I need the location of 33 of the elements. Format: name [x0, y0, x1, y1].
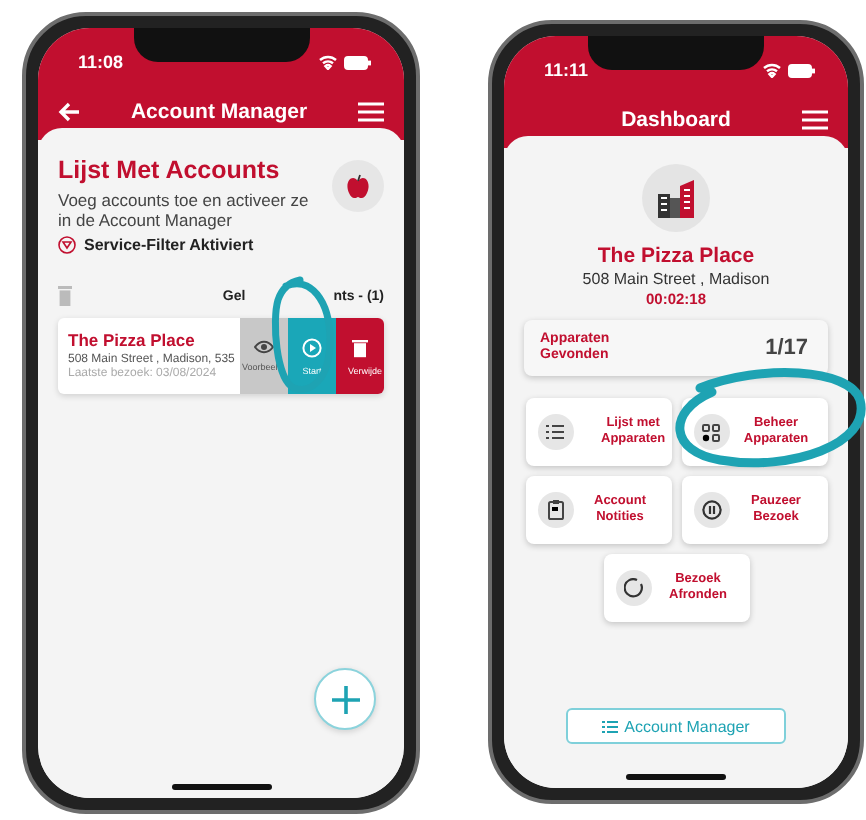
add-button[interactable]	[314, 668, 376, 730]
status-time: 11:08	[78, 52, 124, 72]
devices-found-count: 1/17	[765, 336, 808, 360]
section-title: Lijst Met Accounts	[58, 156, 282, 184]
plus-icon	[331, 685, 359, 713]
list-icon	[602, 719, 619, 733]
home-indicator	[626, 774, 726, 780]
menu-icon[interactable]	[802, 110, 828, 130]
battery-icon	[344, 55, 372, 69]
section-description: Voeg accounts toe en activeer ze in de Account Manager	[58, 190, 311, 231]
eye-icon	[254, 340, 274, 355]
account-name: The Pizza Place	[597, 244, 755, 268]
grid-icon	[702, 423, 720, 441]
account-name: The Pizza Place	[68, 330, 197, 351]
status-time: 11:11	[544, 60, 589, 80]
home-indicator	[171, 784, 271, 790]
clipboard-icon	[547, 500, 563, 520]
battery-icon	[788, 63, 816, 77]
filter-status: Service-Filter Aktiviert	[84, 236, 254, 255]
filter-icon	[58, 236, 76, 255]
play-icon	[302, 337, 322, 358]
wifi-icon	[318, 54, 338, 70]
account-address: 508 Main Street , Madison	[582, 270, 770, 288]
building-icon	[656, 179, 696, 217]
back-arrow-icon[interactable]	[58, 102, 80, 122]
pause-icon	[701, 500, 721, 520]
menu-icon[interactable]	[358, 102, 384, 122]
trash-icon	[352, 337, 368, 358]
apple-icon	[346, 173, 370, 199]
header-title: Dashboard	[619, 108, 733, 132]
wifi-icon	[762, 62, 782, 78]
header-title: Account Manager	[128, 100, 310, 124]
list-icon	[546, 424, 564, 440]
